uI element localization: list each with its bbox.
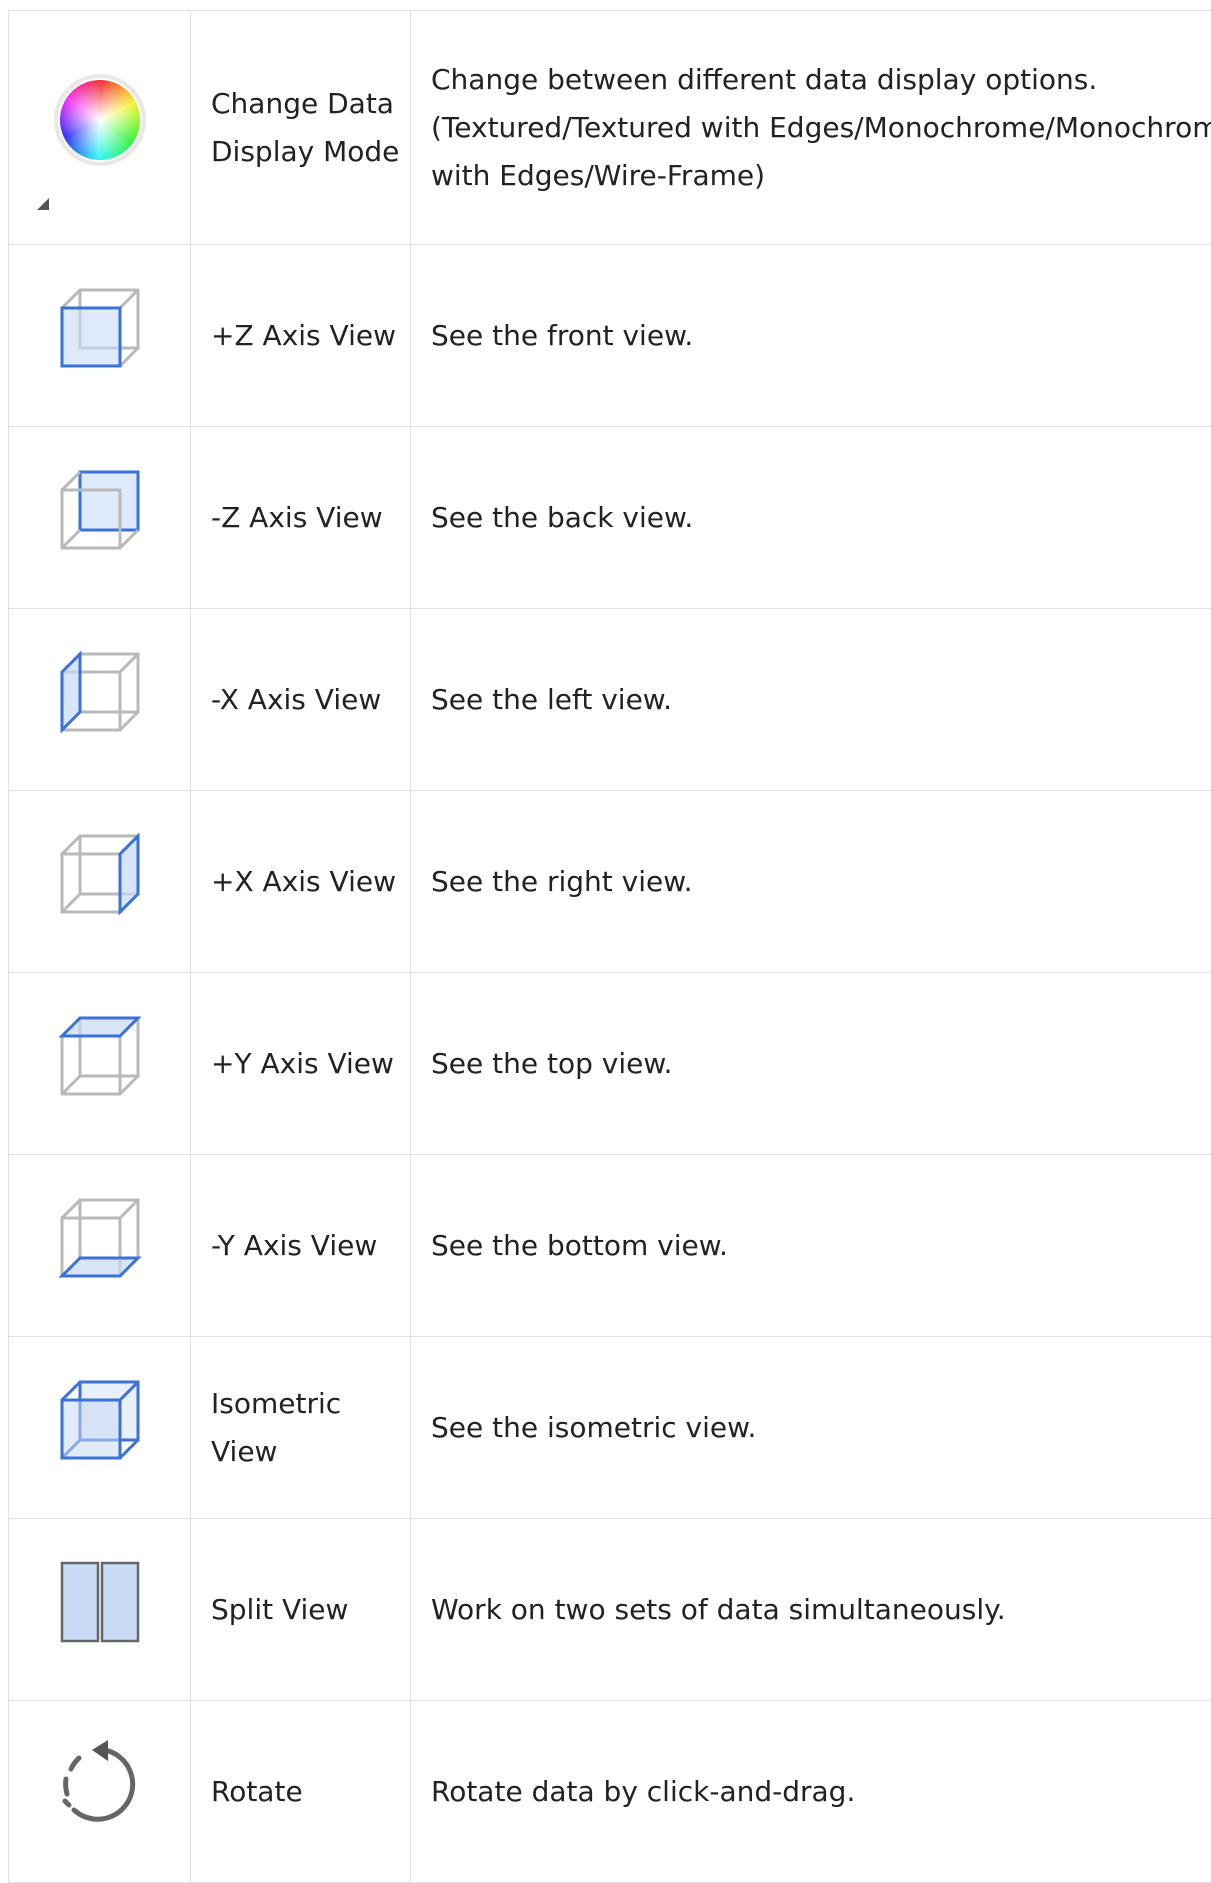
control-name: -X Axis View: [191, 609, 411, 791]
control-name: +Y Axis View: [191, 973, 411, 1155]
table-row: +Y Axis View See the top view.: [9, 973, 1211, 1155]
control-description: See the right view.: [411, 791, 1211, 973]
control-name: -Y Axis View: [191, 1155, 411, 1337]
dropdown-corner-icon: [37, 198, 49, 210]
control-description: See the left view.: [411, 609, 1211, 791]
table-row: Rotate Rotate data by click-and-drag.: [9, 1701, 1211, 1883]
table-row: +X Axis View See the right view.: [9, 791, 1211, 973]
table-row: Isometric View See the isometric view.: [9, 1337, 1211, 1519]
icon-cell: [9, 1155, 191, 1337]
rotate-icon[interactable]: [55, 1739, 145, 1844]
minus-z-axis-cube-icon[interactable]: [58, 468, 142, 567]
control-name: +X Axis View: [191, 791, 411, 973]
plus-y-axis-cube-icon[interactable]: [58, 1014, 142, 1113]
table-row: -Z Axis View See the back view.: [9, 427, 1211, 609]
control-name: Split View: [191, 1519, 411, 1701]
color-wheel-icon[interactable]: [52, 72, 148, 183]
icon-cell: [9, 791, 191, 973]
table-row: -X Axis View See the left view.: [9, 609, 1211, 791]
table-row: Split View Work on two sets of data simu…: [9, 1519, 1211, 1701]
control-description: See the bottom view.: [411, 1155, 1211, 1337]
control-description: See the top view.: [411, 973, 1211, 1155]
icon-cell: [9, 245, 191, 427]
control-description: Rotate data by click-and-drag.: [411, 1701, 1211, 1883]
control-name: Isometric View: [191, 1337, 411, 1519]
control-description: Work on two sets of data simultaneously.: [411, 1519, 1211, 1701]
control-name: Change Data Display Mode: [191, 11, 411, 245]
table-row: +Z Axis View See the front view.: [9, 245, 1211, 427]
minus-x-axis-cube-icon[interactable]: [58, 650, 142, 749]
table-row: Change Data Display Mode Change between …: [9, 11, 1211, 245]
view-controls-table: Change Data Display Mode Change between …: [8, 10, 1211, 1883]
isometric-cube-icon[interactable]: [58, 1378, 142, 1477]
icon-cell: [9, 1519, 191, 1701]
plus-x-axis-cube-icon[interactable]: [58, 832, 142, 931]
control-name: -Z Axis View: [191, 427, 411, 609]
table-row: -Y Axis View See the bottom view.: [9, 1155, 1211, 1337]
icon-cell: [9, 609, 191, 791]
icon-cell: [9, 1701, 191, 1883]
icon-cell: [9, 427, 191, 609]
control-description: Change between different data display op…: [411, 11, 1211, 245]
plus-z-axis-cube-icon[interactable]: [58, 286, 142, 385]
split-view-icon[interactable]: [58, 1560, 142, 1659]
control-description: See the isometric view.: [411, 1337, 1211, 1519]
control-name: Rotate: [191, 1701, 411, 1883]
control-name: +Z Axis View: [191, 245, 411, 427]
control-description: See the back view.: [411, 427, 1211, 609]
icon-cell: [9, 1337, 191, 1519]
icon-cell: [9, 11, 191, 245]
icon-cell: [9, 973, 191, 1155]
control-description: See the front view.: [411, 245, 1211, 427]
minus-y-axis-cube-icon[interactable]: [58, 1196, 142, 1295]
